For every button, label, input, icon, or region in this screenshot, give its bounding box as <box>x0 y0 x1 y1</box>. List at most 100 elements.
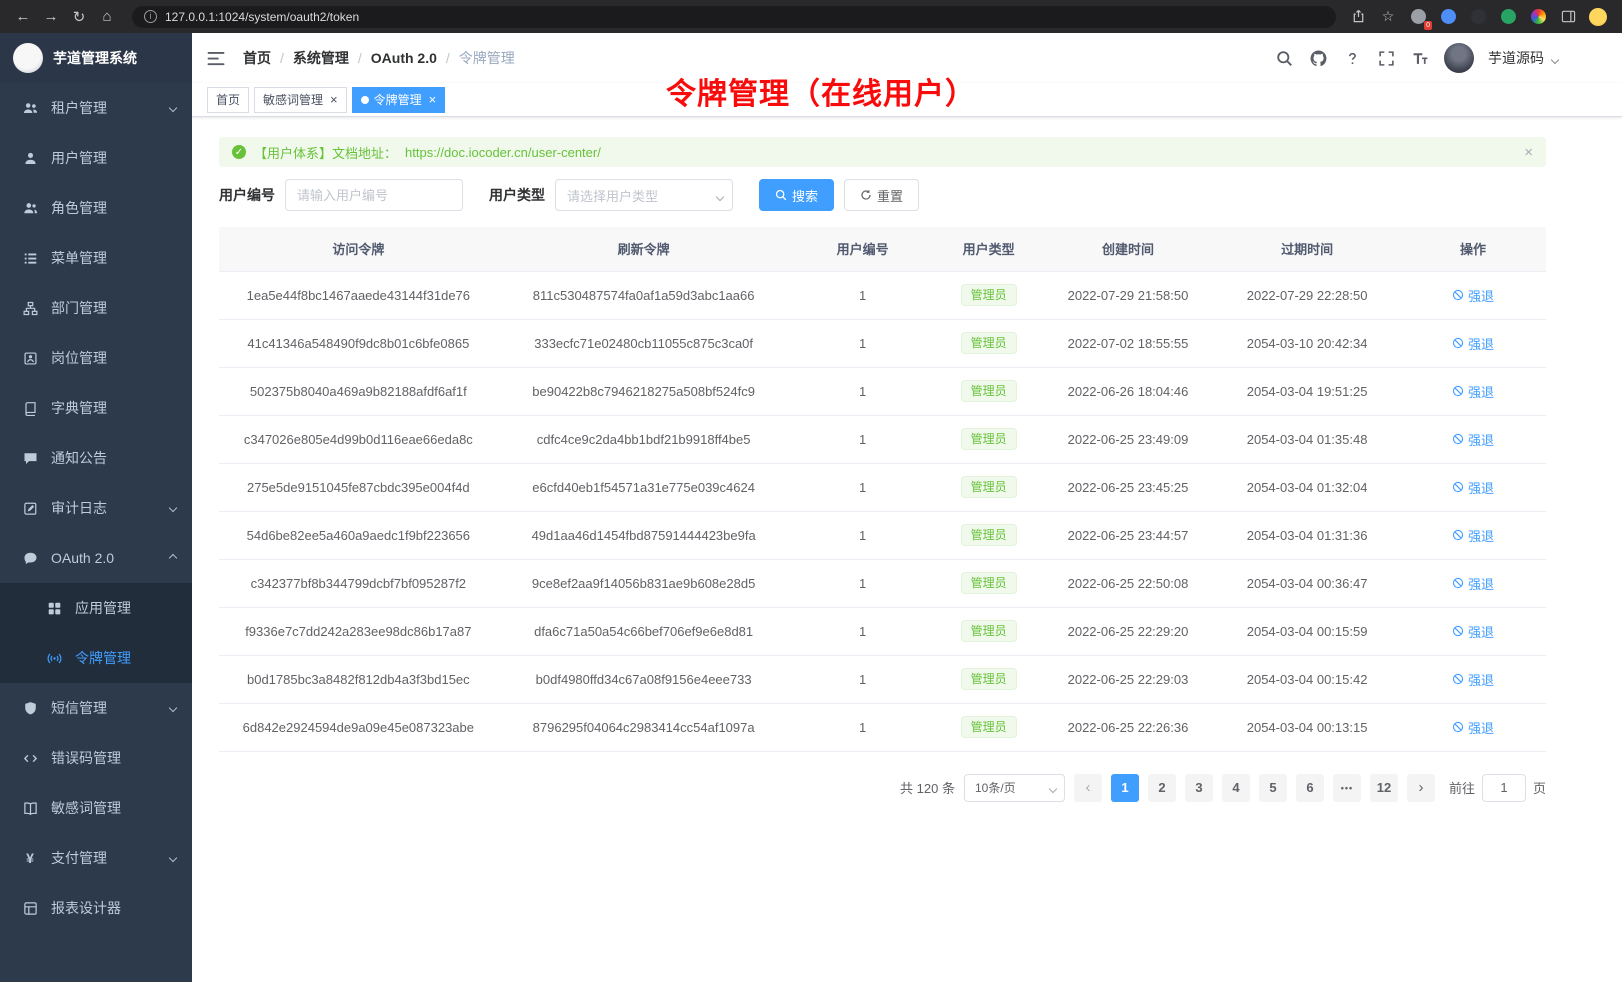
alert-close-icon[interactable]: × <box>1524 144 1533 161</box>
sidebar-item-tenant[interactable]: 租户管理 <box>0 83 192 133</box>
force-logout-button[interactable]: 强退 <box>1452 286 1494 305</box>
user-id-cell: 1 <box>790 511 936 559</box>
extension-icon-5[interactable] <box>1528 7 1548 27</box>
user-id-label: 用户编号 <box>219 185 275 205</box>
tab-close-icon[interactable]: × <box>429 93 437 106</box>
url-bar[interactable]: i 127.0.0.1:1024/system/oauth2/token <box>132 6 1336 28</box>
sidebar-item-oauth2-app[interactable]: 应用管理 <box>0 583 192 633</box>
fullscreen-icon[interactable] <box>1376 48 1396 68</box>
sidebar-item-error-code[interactable]: 错误码管理 <box>0 733 192 783</box>
sidebar-item-label: 支付管理 <box>51 848 107 868</box>
sidebar-item-dept[interactable]: 部门管理 <box>0 283 192 333</box>
breadcrumb-item[interactable]: 首页 <box>243 48 271 68</box>
sidebar-item-pay[interactable]: ¥ 支付管理 <box>0 833 192 883</box>
sidebar-item-label: 用户管理 <box>51 148 107 168</box>
user-id-cell: 1 <box>790 463 936 511</box>
view-tab[interactable]: 令牌管理× <box>352 87 446 113</box>
sidebar-item-label: OAuth 2.0 <box>51 550 114 566</box>
search-icon[interactable] <box>1274 48 1294 68</box>
page-button-2[interactable]: 2 <box>1148 774 1176 802</box>
sidebar-item-menu[interactable]: 菜单管理 <box>0 233 192 283</box>
refresh-token-cell: 811c530487574fa0af1a59d3abc1aa66 <box>498 271 790 319</box>
create-time-cell: 2022-06-26 18:04:46 <box>1042 367 1215 415</box>
page-button-3[interactable]: 3 <box>1185 774 1213 802</box>
share-icon[interactable] <box>1348 7 1368 27</box>
force-logout-button[interactable]: 强退 <box>1452 718 1494 737</box>
back-button[interactable]: ← <box>10 5 36 29</box>
goto-suffix: 页 <box>1533 778 1546 797</box>
sidebar-item-sms[interactable]: 短信管理 <box>0 683 192 733</box>
pay-icon: ¥ <box>22 850 38 866</box>
extension-icon-1[interactable]: 0 <box>1408 7 1428 27</box>
page-button-1[interactable]: 1 <box>1111 774 1139 802</box>
force-logout-button[interactable]: 强退 <box>1452 670 1494 689</box>
sidebar-item-notice[interactable]: 通知公告 <box>0 433 192 483</box>
view-tab[interactable]: 敏感词管理× <box>254 87 347 113</box>
reset-button[interactable]: 重置 <box>844 179 919 211</box>
role-icon <box>22 200 38 216</box>
page-button-6[interactable]: 6 <box>1296 774 1324 802</box>
extension-icon-4[interactable] <box>1498 7 1518 27</box>
sidebar-item-oauth2-token[interactable]: 令牌管理 <box>0 633 192 683</box>
view-tab[interactable]: 首页 <box>207 87 249 113</box>
github-icon[interactable] <box>1308 48 1328 68</box>
sidebar-item-role[interactable]: 角色管理 <box>0 183 192 233</box>
user-id-cell: 1 <box>790 271 936 319</box>
table-row: 1ea5e44f8bc1467aaede43144f31de76811c5304… <box>219 271 1546 319</box>
reload-button[interactable]: ↻ <box>66 5 92 29</box>
delete-icon <box>1452 529 1464 541</box>
breadcrumb-item[interactable]: 系统管理 <box>293 48 349 68</box>
refresh-token-cell: e6cfd40eb1f54571a31e775e039c4624 <box>498 463 790 511</box>
extension-icon-3[interactable] <box>1468 7 1488 27</box>
delete-icon <box>1452 433 1464 445</box>
sidebar-item-report-designer[interactable]: 报表设计器 <box>0 883 192 933</box>
bookmark-star-icon[interactable]: ☆ <box>1378 7 1398 27</box>
doc-link[interactable]: https://doc.iocoder.cn/user-center/ <box>405 145 601 160</box>
force-logout-button[interactable]: 强退 <box>1452 526 1494 545</box>
reset-button-label: 重置 <box>877 186 903 205</box>
extension-icon-2[interactable] <box>1438 7 1458 27</box>
topbar: 首页/系统管理/OAuth 2.0/令牌管理 芋道源码 <box>192 33 1622 83</box>
page-button-5[interactable]: 5 <box>1259 774 1287 802</box>
more-pages-button[interactable]: ••• <box>1333 774 1361 802</box>
force-logout-button[interactable]: 强退 <box>1452 574 1494 593</box>
goto-page-input[interactable] <box>1482 774 1526 802</box>
access-token-cell: 1ea5e44f8bc1467aaede43144f31de76 <box>219 271 498 319</box>
user-type-select[interactable]: 请选择用户类型 <box>555 179 733 211</box>
column-header: 刷新令牌 <box>498 227 790 271</box>
force-logout-button[interactable]: 强退 <box>1452 430 1494 449</box>
sidebar-item-audit-log[interactable]: 审计日志 <box>0 483 192 533</box>
sidebar-item-post[interactable]: 岗位管理 <box>0 333 192 383</box>
forward-button[interactable]: → <box>38 5 64 29</box>
sidebar-item-oauth2[interactable]: OAuth 2.0 <box>0 533 192 583</box>
font-size-icon[interactable] <box>1410 48 1430 68</box>
page-info-icon[interactable]: i <box>144 10 157 23</box>
username[interactable]: 芋道源码 <box>1488 48 1544 68</box>
page-button-4[interactable]: 4 <box>1222 774 1250 802</box>
breadcrumb-item[interactable]: OAuth 2.0 <box>371 50 437 66</box>
sidebar-item-sensitive-word[interactable]: 敏感词管理 <box>0 783 192 833</box>
browser-profile-avatar[interactable] <box>1588 7 1608 27</box>
expire-time-cell: 2022-07-29 22:28:50 <box>1214 271 1400 319</box>
sidebar-item-label: 角色管理 <box>51 198 107 218</box>
create-time-cell: 2022-06-25 22:26:36 <box>1042 703 1215 751</box>
sidebar-item-user[interactable]: 用户管理 <box>0 133 192 183</box>
sidebar-item-dict[interactable]: 字典管理 <box>0 383 192 433</box>
prev-page-button[interactable]: ‹ <box>1074 774 1102 802</box>
delete-icon <box>1452 289 1464 301</box>
user-avatar[interactable] <box>1444 43 1474 73</box>
force-logout-button[interactable]: 强退 <box>1452 334 1494 353</box>
page-button-12[interactable]: 12 <box>1370 774 1398 802</box>
home-button[interactable]: ⌂ <box>94 5 120 29</box>
search-button[interactable]: 搜索 <box>759 179 834 211</box>
force-logout-button[interactable]: 强退 <box>1452 622 1494 641</box>
force-logout-button[interactable]: 强退 <box>1452 382 1494 401</box>
page-size-select[interactable]: 10条/页 <box>964 774 1065 802</box>
force-logout-button[interactable]: 强退 <box>1452 478 1494 497</box>
tab-close-icon[interactable]: × <box>330 93 338 106</box>
next-page-button[interactable]: › <box>1407 774 1435 802</box>
help-icon[interactable] <box>1342 48 1362 68</box>
sidebar-fold-icon[interactable] <box>207 48 227 68</box>
user-id-input[interactable] <box>285 179 463 211</box>
split-view-icon[interactable] <box>1558 7 1578 27</box>
